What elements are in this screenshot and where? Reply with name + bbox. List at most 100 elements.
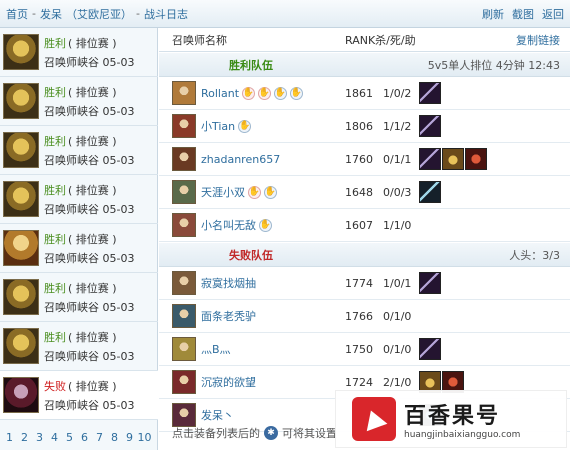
page-link[interactable]: 1 — [2, 431, 17, 444]
item-icon[interactable] — [419, 115, 441, 137]
champion-avatar — [3, 279, 39, 315]
match-result: 胜利 — [44, 134, 66, 148]
page-link[interactable]: 3 — [32, 431, 47, 444]
match-map: 召唤师峡谷 — [44, 398, 99, 412]
player-row[interactable]: 小名叫无敌 ✋ 1607 1/1/0 — [159, 209, 570, 242]
summoner-name[interactable]: Rollant — [201, 87, 239, 100]
match-date: 05-03 — [102, 251, 135, 265]
match-date: 05-03 — [102, 398, 135, 412]
page-link[interactable]: 7 — [92, 431, 107, 444]
badge-icon: ✋ — [238, 119, 252, 133]
watermark: 百香果号 huangjinbaixiangguo.com — [335, 390, 567, 448]
screenshot-button[interactable]: 截图 — [512, 6, 534, 22]
item-icon[interactable] — [465, 148, 487, 170]
badge-icon: ✋ — [259, 218, 272, 232]
footer-hint-text-2: 可将其设置 — [282, 427, 337, 440]
champion-avatar — [3, 328, 39, 364]
match-item[interactable]: 胜利( 排位赛 ) 召唤师峡谷 05-03 — [0, 224, 158, 273]
player-name-cell[interactable]: 面条老秃驴 — [201, 308, 256, 324]
breadcrumb-server[interactable]: （艾欧尼亚） — [66, 6, 132, 22]
match-date: 05-03 — [102, 55, 135, 69]
champion-avatar — [3, 34, 39, 70]
breadcrumb-separator: - — [32, 7, 36, 20]
item-list — [419, 272, 441, 294]
watermark-url: huangjinbaixiangguo.com — [404, 430, 521, 440]
page-link[interactable]: 6 — [77, 431, 92, 444]
match-item[interactable]: 胜利( 排位赛 ) 召唤师峡谷 05-03 — [0, 126, 158, 175]
player-name-cell[interactable]: 沉寂的欲望 — [201, 374, 256, 390]
item-icon[interactable] — [419, 82, 441, 104]
summoner-name[interactable]: 小Tian — [201, 118, 235, 134]
champion-avatar — [3, 132, 39, 168]
summoner-name[interactable]: 天涯小双 — [201, 184, 245, 200]
item-list — [419, 148, 487, 170]
item-icon[interactable] — [442, 148, 464, 170]
page-link[interactable]: 4 — [47, 431, 62, 444]
watermark-title: 百香果号 — [404, 404, 501, 429]
player-name-cell[interactable]: 寂寞找烟抽 — [201, 275, 256, 291]
breadcrumb-current: 战斗日志 — [143, 7, 188, 21]
item-icon[interactable] — [419, 272, 441, 294]
item-icon[interactable] — [419, 181, 441, 203]
badge-icon: ✋ — [248, 185, 261, 199]
player-name-cell[interactable]: 灬B灬 — [201, 341, 231, 357]
match-mode: ( 排位赛 ) — [68, 281, 117, 295]
refresh-button[interactable]: 刷新 — [482, 6, 504, 22]
player-name-cell[interactable]: 小名叫无敌 ✋ — [201, 217, 272, 233]
match-map: 召唤师峡谷 — [44, 55, 99, 69]
match-mode: ( 排位赛 ) — [68, 330, 117, 344]
rank-value: 1806 — [345, 119, 373, 133]
item-icon[interactable] — [419, 148, 441, 170]
match-item[interactable]: 胜利( 排位赛 ) 召唤师峡谷 05-03 — [0, 28, 158, 77]
rank-value: 1648 — [345, 185, 373, 199]
player-name-cell[interactable]: 小Tian ✋ — [201, 118, 252, 134]
page-link[interactable]: 10 — [137, 431, 152, 444]
player-row[interactable]: zhadanren657 1760 0/1/1 — [159, 143, 570, 176]
match-result: 胜利 — [44, 85, 66, 99]
summoner-name[interactable]: 面条老秃驴 — [201, 308, 256, 324]
summoner-name[interactable]: zhadanren657 — [201, 153, 280, 166]
page-link[interactable]: 5 — [62, 431, 77, 444]
match-item[interactable]: 胜利( 排位赛 ) 召唤师峡谷 05-03 — [0, 175, 158, 224]
match-mode: ( 排位赛 ) — [68, 85, 117, 99]
item-list — [419, 338, 441, 360]
player-row[interactable]: 面条老秃驴 1766 0/1/0 — [159, 300, 570, 333]
player-row[interactable]: Rollant ✋ ✋ ✋ ✋ 1861 1/0/2 — [159, 77, 570, 110]
player-row[interactable]: 灬B灬 1750 0/1/0 — [159, 333, 570, 366]
player-name-cell[interactable]: 天涯小双 ✋ ✋ — [201, 184, 277, 200]
player-name-cell[interactable]: zhadanren657 — [201, 153, 280, 166]
page-link[interactable]: 9 — [122, 431, 137, 444]
breadcrumb-user[interactable]: 发呆 — [40, 6, 62, 22]
page-link[interactable]: 8 — [107, 431, 122, 444]
back-button[interactable]: 返回 — [542, 6, 564, 22]
summoner-name[interactable]: 小名叫无敌 — [201, 217, 256, 233]
summoner-name[interactable]: 沉寂的欲望 — [201, 374, 256, 390]
copy-link-button[interactable]: 复制链接 — [516, 32, 560, 48]
match-item[interactable]: 失败( 排位赛 ) 召唤师峡谷 05-03 — [0, 371, 158, 420]
summoner-name[interactable]: 灬B灬 — [201, 341, 231, 357]
badge-icon: ✋ — [274, 86, 288, 100]
kda-value: 2/1/0 — [383, 375, 412, 389]
item-icon[interactable] — [419, 338, 441, 360]
watermark-logo-icon — [352, 397, 396, 441]
breadcrumb-home[interactable]: 首页 — [6, 6, 28, 22]
page-link[interactable]: 2 — [17, 431, 32, 444]
player-name-cell[interactable]: Rollant ✋ ✋ ✋ ✋ — [201, 86, 304, 100]
match-item[interactable]: 胜利( 排位赛 ) 召唤师峡谷 05-03 — [0, 322, 158, 371]
settings-icon[interactable]: ✱ — [264, 426, 278, 440]
match-item[interactable]: 胜利( 排位赛 ) 召唤师峡谷 05-03 — [0, 273, 158, 322]
match-result: 胜利 — [44, 232, 66, 246]
player-row[interactable]: 小Tian ✋ 1806 1/1/2 — [159, 110, 570, 143]
losing-team-name: 失败队伍 — [229, 248, 273, 262]
rank-value: 1760 — [345, 152, 373, 166]
summoner-name[interactable]: 寂寞找烟抽 — [201, 275, 256, 291]
match-date: 05-03 — [102, 349, 135, 363]
match-item[interactable]: 胜利( 排位赛 ) 召唤师峡谷 05-03 — [0, 77, 158, 126]
badge-icon: ✋ — [242, 86, 256, 100]
player-row[interactable]: 寂寞找烟抽 1774 1/0/1 — [159, 267, 570, 300]
champion-icon — [172, 114, 196, 138]
champion-icon — [172, 180, 196, 204]
player-row[interactable]: 天涯小双 ✋ ✋ 1648 0/0/3 — [159, 176, 570, 209]
match-map: 召唤师峡谷 — [44, 349, 99, 363]
match-map: 召唤师峡谷 — [44, 202, 99, 216]
